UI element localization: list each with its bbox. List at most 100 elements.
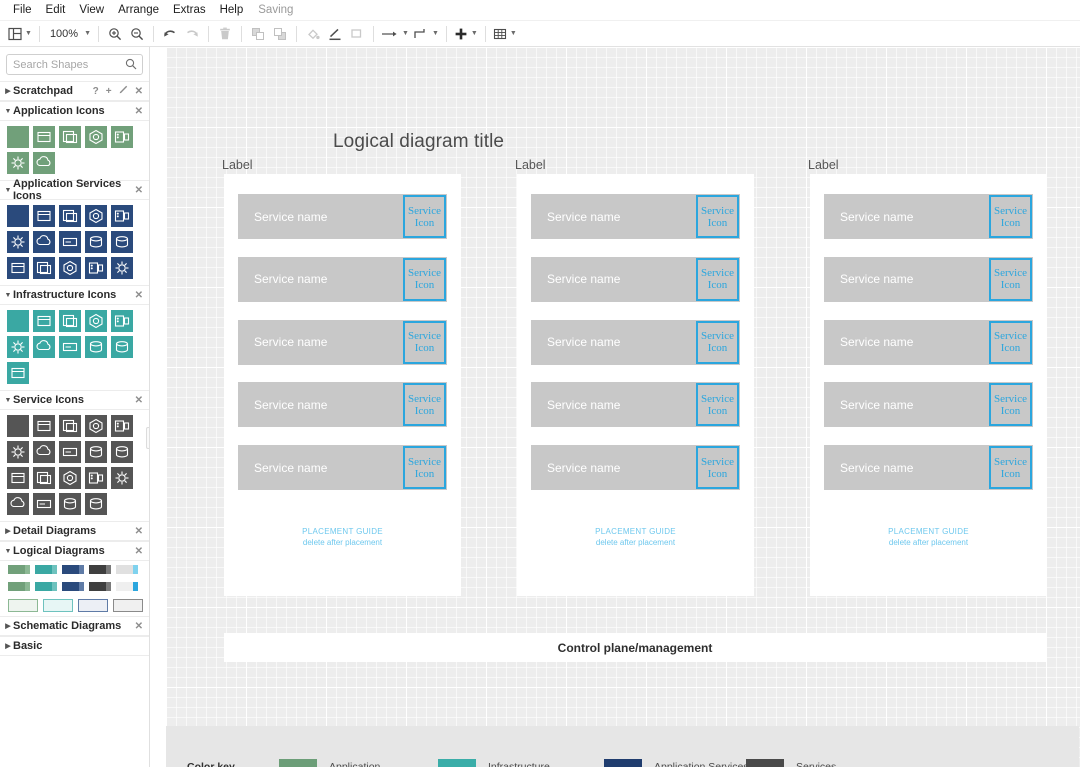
logical-bar-shape[interactable] bbox=[62, 582, 84, 591]
menu-arrange[interactable]: Arrange bbox=[111, 2, 166, 18]
shape-gear[interactable] bbox=[33, 152, 55, 174]
shape-hub-star[interactable] bbox=[7, 231, 29, 253]
shape-person-badge[interactable] bbox=[111, 441, 133, 463]
service-icon-placeholder[interactable]: Service Icon bbox=[696, 320, 739, 364]
section-header-schematic-diagrams[interactable]: ▶ Schematic Diagrams ✕ bbox=[0, 616, 149, 636]
section-header-application-icons[interactable]: ▼ Application Icons ✕ bbox=[0, 101, 149, 121]
close-icon[interactable]: ✕ bbox=[135, 546, 143, 557]
shape-thumbs-up[interactable] bbox=[7, 467, 29, 489]
canvas[interactable]: Logical diagram title Label Service name… bbox=[150, 47, 1080, 767]
delete-button[interactable] bbox=[214, 23, 236, 45]
service-icon-placeholder[interactable]: Service Icon bbox=[989, 320, 1032, 364]
waypoints-button[interactable]: ▼ bbox=[411, 23, 441, 45]
table-button[interactable]: ▼ bbox=[491, 23, 519, 45]
close-icon[interactable]: ✕ bbox=[135, 86, 143, 97]
column-2-card[interactable]: Service name Service Icon Service name S… bbox=[517, 174, 754, 596]
service-icon-placeholder[interactable]: Service Icon bbox=[696, 195, 739, 238]
page-title[interactable]: Logical diagram title bbox=[333, 131, 504, 153]
shape-stacked-windows[interactable] bbox=[59, 126, 81, 148]
shape-people-group[interactable] bbox=[33, 441, 55, 463]
shape-cloud-stack[interactable] bbox=[33, 336, 55, 358]
placement-guide[interactable]: PLACEMENT GUIDE delete after placement bbox=[224, 526, 461, 548]
menu-file[interactable]: File bbox=[6, 2, 39, 18]
service-row[interactable]: Service name Service Icon bbox=[531, 382, 740, 428]
service-icon-placeholder[interactable]: Service Icon bbox=[989, 383, 1032, 427]
shape-printer[interactable] bbox=[33, 205, 55, 227]
service-icon-placeholder[interactable]: Service Icon bbox=[403, 320, 446, 364]
logical-bar-shape[interactable] bbox=[62, 565, 84, 574]
shape-cloud[interactable] bbox=[111, 310, 133, 332]
shape-org-chart[interactable] bbox=[85, 441, 107, 463]
shape-node-map[interactable] bbox=[85, 205, 107, 227]
view-layers-button[interactable]: ▼ bbox=[6, 23, 34, 45]
section-header-service-icons[interactable]: ▼ Service Icons ✕ bbox=[0, 390, 149, 410]
close-icon[interactable]: ✕ bbox=[135, 395, 143, 406]
shape-filled-square[interactable] bbox=[7, 415, 29, 437]
shape-storage-unit[interactable] bbox=[33, 310, 55, 332]
logical-bar-shape[interactable] bbox=[35, 565, 57, 574]
service-icon-placeholder[interactable]: Service Icon bbox=[696, 446, 739, 490]
section-header-infrastructure-icons[interactable]: ▼ Infrastructure Icons ✕ bbox=[0, 285, 149, 305]
send-to-back-button[interactable] bbox=[269, 23, 291, 45]
shadow-button[interactable] bbox=[346, 23, 368, 45]
service-row[interactable]: Service name Service Icon bbox=[531, 445, 740, 491]
shape-filled-square[interactable] bbox=[7, 310, 29, 332]
logical-box-shape[interactable] bbox=[8, 599, 38, 612]
search-input[interactable] bbox=[7, 55, 142, 75]
shape-workflow[interactable] bbox=[111, 205, 133, 227]
logical-bar-shape[interactable] bbox=[8, 582, 30, 591]
shape-window-square[interactable] bbox=[33, 126, 55, 148]
close-icon[interactable]: ✕ bbox=[135, 526, 143, 537]
shape-hexagon[interactable] bbox=[59, 336, 81, 358]
placement-guide[interactable]: PLACEMENT GUIDE delete after placement bbox=[810, 526, 1047, 548]
shape-cloud-network[interactable] bbox=[59, 205, 81, 227]
column-3-card[interactable]: Service name Service Icon Service name S… bbox=[810, 174, 1047, 596]
service-icon-placeholder[interactable]: Service Icon bbox=[696, 257, 739, 301]
service-row[interactable]: Service name Service Icon bbox=[238, 319, 447, 365]
shape-magnifier[interactable] bbox=[59, 441, 81, 463]
shape-image-card[interactable] bbox=[33, 467, 55, 489]
undo-button[interactable] bbox=[159, 23, 181, 45]
section-header-logical-diagrams[interactable]: ▼ Logical Diagrams ✕ bbox=[0, 541, 149, 561]
shape-server-rack-2[interactable] bbox=[7, 152, 29, 174]
shape-cloud-alert[interactable] bbox=[7, 336, 29, 358]
shape-switch-device[interactable] bbox=[85, 310, 107, 332]
menu-help[interactable]: Help bbox=[213, 2, 251, 18]
service-row[interactable]: Service name Service Icon bbox=[531, 194, 740, 239]
shape-progress-bar[interactable] bbox=[59, 467, 81, 489]
section-header-detail-diagrams[interactable]: ▶ Detail Diagrams ✕ bbox=[0, 521, 149, 541]
insert-button[interactable]: ▼ bbox=[452, 23, 480, 45]
plus-icon[interactable]: + bbox=[106, 86, 112, 97]
shape-chart-graph[interactable] bbox=[85, 257, 107, 279]
service-row[interactable]: Service name Service Icon bbox=[238, 382, 447, 428]
service-row[interactable]: Service name Service Icon bbox=[531, 256, 740, 302]
control-plane-bar[interactable]: Control plane/management bbox=[224, 633, 1046, 662]
service-row[interactable]: Service name Service Icon bbox=[531, 319, 740, 365]
logical-bar-shape[interactable] bbox=[8, 565, 30, 574]
shape-server-rack[interactable] bbox=[111, 126, 133, 148]
service-row[interactable]: Service name Service Icon bbox=[824, 445, 1033, 491]
close-icon[interactable]: ✕ bbox=[135, 290, 143, 301]
shape-cloud-search[interactable] bbox=[7, 493, 29, 515]
close-icon[interactable]: ✕ bbox=[135, 621, 143, 632]
shape-dot-matrix[interactable] bbox=[33, 231, 55, 253]
shape-code-bar[interactable] bbox=[111, 415, 133, 437]
line-color-button[interactable] bbox=[324, 23, 346, 45]
shape-globe-web[interactable] bbox=[111, 257, 133, 279]
section-header-basic[interactable]: ▶ Basic bbox=[0, 636, 149, 656]
service-row[interactable]: Service name Service Icon bbox=[824, 382, 1033, 428]
zoom-level-button[interactable]: 100% ▼ bbox=[45, 23, 93, 45]
bring-to-front-button[interactable] bbox=[247, 23, 269, 45]
service-icon-placeholder[interactable]: Service Icon bbox=[403, 446, 446, 490]
shape-disk[interactable] bbox=[59, 493, 81, 515]
service-row[interactable]: Service name Service Icon bbox=[238, 194, 447, 239]
shape-code-laptop[interactable] bbox=[85, 415, 107, 437]
shape-browser-window[interactable] bbox=[33, 415, 55, 437]
zoom-out-button[interactable] bbox=[126, 23, 148, 45]
logical-bar-shape[interactable] bbox=[116, 565, 138, 574]
fill-color-button[interactable] bbox=[302, 23, 324, 45]
service-row[interactable]: Service name Service Icon bbox=[824, 194, 1033, 239]
shape-hexagon-target[interactable] bbox=[85, 126, 107, 148]
service-icon-placeholder[interactable]: Service Icon bbox=[403, 195, 446, 238]
service-icon-placeholder[interactable]: Service Icon bbox=[696, 383, 739, 427]
